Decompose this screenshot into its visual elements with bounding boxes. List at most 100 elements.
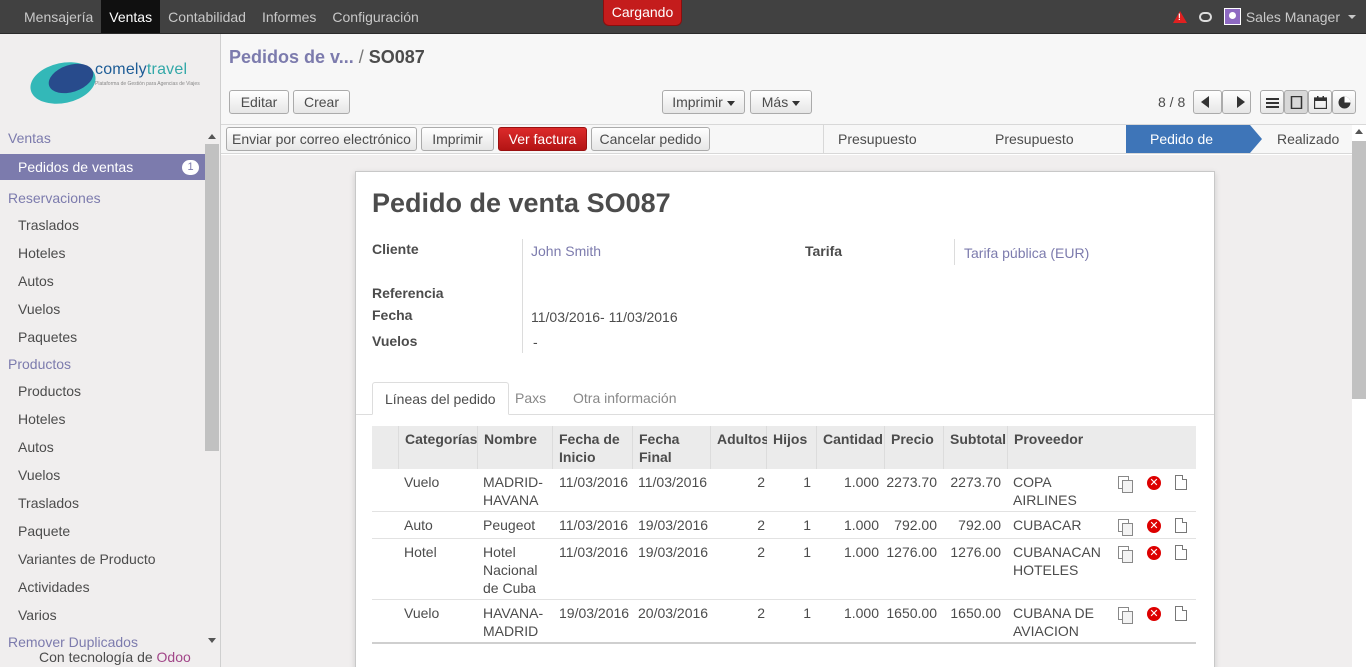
column-header[interactable]: Fecha de Inicio (553, 426, 633, 469)
sidebar-item-varios[interactable]: Varios (0, 601, 205, 629)
arrow-left-icon (1201, 96, 1209, 108)
sidebar-menu: Ventas Pedidos de ventas 1 Reservaciones… (0, 130, 205, 652)
stage-presupuesto-enviado[interactable]: Presupuesto enviado (981, 125, 1124, 175)
delete-icon[interactable]: ✕ (1147, 476, 1161, 490)
loading-indicator: Cargando (603, 0, 682, 26)
duplicate-icon[interactable] (1118, 476, 1133, 493)
top-navbar: Mensajería Ventas Contabilidad Informes … (0, 0, 1366, 34)
field-fecha: 11/03/2016- 11/03/2016 (531, 309, 678, 325)
column-header[interactable]: Nombre (478, 426, 553, 469)
page-title: Pedido de venta SO087 (372, 188, 671, 218)
print-button[interactable]: Imprimir (421, 127, 494, 151)
field-tarifa[interactable]: Tarifa pública (EUR) (964, 245, 1089, 261)
delete-icon[interactable]: ✕ (1147, 519, 1161, 533)
document-icon[interactable] (1175, 545, 1187, 560)
delete-icon[interactable]: ✕ (1147, 546, 1161, 560)
more-dropdown[interactable]: Más (750, 90, 812, 114)
status-bar: Enviar por correo electrónico Imprimir V… (221, 125, 1352, 175)
document-icon[interactable] (1175, 475, 1187, 490)
sidebar-item-productos[interactable]: Productos (0, 377, 205, 405)
field-cliente[interactable]: John Smith (531, 243, 601, 259)
sidebar-header-reservaciones: Reservaciones (8, 190, 101, 206)
sidebar-item-productos-vuelos[interactable]: Vuelos (0, 461, 205, 489)
document-icon[interactable] (1175, 518, 1187, 533)
table-row[interactable]: Auto Peugeot 11/03/2016 19/03/2016 2 1 1… (372, 512, 1196, 539)
stage-presupuesto-borrador[interactable]: Presupuesto borrador (823, 125, 966, 175)
chat-icon[interactable] (1198, 11, 1212, 22)
breadcrumb: Pedidos de v... / SO087 (229, 47, 425, 67)
delete-icon[interactable]: ✕ (1147, 607, 1161, 621)
send-email-button[interactable]: Enviar por correo electrónico (226, 127, 417, 151)
label-tarifa: Tarifa (805, 243, 843, 259)
menu-mensajeria[interactable]: Mensajería (16, 0, 101, 33)
tab-paxs[interactable]: Paxs (503, 382, 558, 415)
sidebar-item-autos[interactable]: Autos (0, 267, 205, 295)
chevron-down-icon (726, 100, 735, 106)
column-header[interactable]: Precio (885, 426, 944, 469)
table-row[interactable]: Vuelo HAVANA-MADRID 19/03/2016 20/03/201… (372, 600, 1196, 644)
pager-value: 8 / 8 (1158, 94, 1186, 110)
menu-ventas[interactable]: Ventas (101, 0, 161, 33)
table-row[interactable]: Hotel Hotel Nacional de Cuba 11/03/2016 … (372, 539, 1196, 600)
stage-realizado[interactable]: Realizado (1263, 125, 1345, 153)
scrollbar-thumb[interactable] (1352, 141, 1366, 399)
form-view-button[interactable] (1284, 90, 1308, 114)
table-row[interactable]: Vuelo MADRID-HAVANA 11/03/2016 11/03/201… (372, 469, 1196, 512)
column-header[interactable]: Adultos (711, 426, 769, 469)
duplicate-icon[interactable] (1118, 546, 1133, 563)
powered-by: Con tecnología de Odoo (39, 649, 191, 665)
calendar-view-button[interactable] (1308, 90, 1332, 114)
sidebar-item-variantes[interactable]: Variantes de Producto (0, 545, 205, 573)
column-header[interactable]: Subtotal (944, 426, 1008, 469)
document-icon[interactable] (1175, 606, 1187, 621)
sidebar-item-actividades[interactable]: Actividades (0, 573, 205, 601)
sidebar-item-traslados[interactable]: Traslados (0, 211, 205, 239)
view-invoice-button[interactable]: Ver factura (498, 127, 587, 151)
sidebar-item-vuelos[interactable]: Vuelos (0, 295, 205, 323)
list-view-button[interactable] (1260, 90, 1284, 114)
sidebar-item-paquetes[interactable]: Paquetes (0, 323, 205, 351)
form-sheet: Pedido de venta SO087 Cliente John Smith… (355, 171, 1215, 667)
column-header[interactable]: Hijos (767, 426, 817, 469)
fecha-hasta: 11/03/2016 (608, 309, 678, 325)
print-dropdown[interactable]: Imprimir (662, 90, 745, 114)
sidebar-item-productos-hoteles[interactable]: Hoteles (0, 405, 205, 433)
sidebar-item-productos-autos[interactable]: Autos (0, 433, 205, 461)
logo-tagline: Plataforma de Gestión para Agencias de V… (95, 81, 200, 87)
pager-next[interactable] (1222, 90, 1251, 114)
warning-icon[interactable] (1172, 10, 1187, 23)
tab-lineas-del-pedido[interactable]: Líneas del pedido (372, 382, 509, 415)
scroll-up-icon[interactable] (208, 134, 216, 139)
sidebar-item-hoteles[interactable]: Hoteles (0, 239, 205, 267)
scroll-up-icon[interactable] (1355, 129, 1363, 134)
menu-contabilidad[interactable]: Contabilidad (160, 0, 254, 33)
cancel-order-button[interactable]: Cancelar pedido (591, 127, 710, 151)
menu-informes[interactable]: Informes (254, 0, 324, 33)
sidebar-item-pedidos-de-ventas[interactable]: Pedidos de ventas 1 (0, 154, 205, 180)
sidebar-scrollbar[interactable] (205, 130, 219, 643)
scrollbar-thumb[interactable] (205, 144, 219, 451)
pager-previous[interactable] (1193, 90, 1222, 114)
edit-button[interactable]: Editar (229, 90, 289, 114)
tab-otra-informacion[interactable]: Otra información (561, 382, 688, 415)
create-button[interactable]: Crear (293, 90, 350, 114)
chart-view-button[interactable] (1332, 90, 1356, 114)
column-header[interactable]: Fecha Final (633, 426, 711, 469)
user-menu[interactable]: Sales Manager (1223, 8, 1356, 25)
duplicate-icon[interactable] (1118, 519, 1133, 536)
column-header[interactable]: Cantidad (817, 426, 885, 469)
list-icon (1266, 98, 1279, 108)
odoo-link[interactable]: Odoo (157, 649, 191, 665)
sidebar-item-paquete[interactable]: Paquete (0, 517, 205, 545)
sidebar-item-productos-traslados[interactable]: Traslados (0, 489, 205, 517)
main-scrollbar[interactable] (1352, 125, 1366, 667)
duplicate-icon[interactable] (1118, 607, 1133, 624)
column-header[interactable]: Categorías (399, 426, 478, 469)
scroll-down-icon[interactable] (208, 638, 216, 643)
stage-pedido-de-venta[interactable]: Pedido de venta (1126, 125, 1250, 175)
label-referencia: Referencia (372, 285, 444, 301)
company-logo[interactable]: comelytravel Plataforma de Gestión para … (0, 34, 220, 138)
breadcrumb-parent[interactable]: Pedidos de v... (229, 47, 354, 67)
column-header[interactable]: Proveedor (1008, 426, 1196, 469)
menu-configuracion[interactable]: Configuración (324, 0, 426, 33)
